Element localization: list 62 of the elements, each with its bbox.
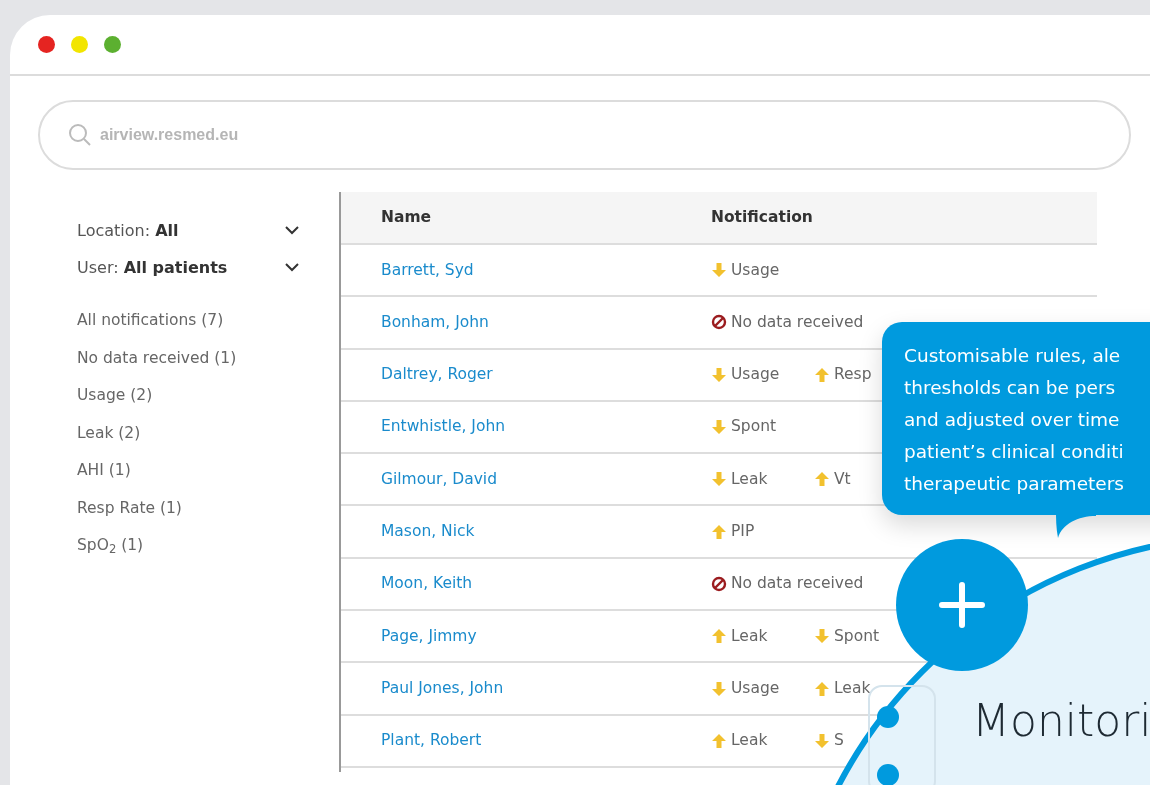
plus-icon <box>939 582 985 628</box>
notification-label: Leak <box>834 677 871 699</box>
notification-label: Leak <box>731 625 768 647</box>
filter-dropdown[interactable]: User: All patients <box>77 249 299 286</box>
patient-name-link[interactable]: Gilmour, David <box>381 469 497 488</box>
patient-name-link[interactable]: Paul Jones, John <box>381 678 504 697</box>
patient-name-link[interactable]: Bonham, John <box>381 312 489 331</box>
category-link[interactable]: Usage (2) <box>77 377 299 415</box>
notification-label: Usage <box>731 259 780 281</box>
patient-name-link[interactable]: Daltrey, Roger <box>381 365 493 384</box>
notification-label: No data received <box>731 573 864 595</box>
arrow-up-icon <box>711 732 727 749</box>
notification-label: Spont <box>731 416 777 438</box>
search-icon <box>68 123 92 147</box>
notification-label: Usage <box>731 677 780 699</box>
category-link[interactable]: All notifications (7) <box>77 302 299 340</box>
patient-name-link[interactable]: Page, Jimmy <box>381 626 477 645</box>
address-text: airview.resmed.eu <box>100 125 239 145</box>
category-link[interactable]: SpO$_{2}$ (1) <box>77 527 299 565</box>
column-header: Name <box>380 206 433 228</box>
category-link[interactable]: AHI (1) <box>77 452 299 490</box>
notification-label: Usage <box>731 364 780 386</box>
category-link[interactable]: Leak (2) <box>77 414 299 452</box>
arrow-up-icon <box>711 523 727 540</box>
chevron-down-icon <box>285 263 299 272</box>
arrow-down-icon <box>711 419 727 436</box>
notification-label: No data received <box>731 311 864 333</box>
column-header: Notification <box>711 206 813 228</box>
arrow-down-icon <box>711 366 727 383</box>
feature-title: Monitori <box>972 694 1150 748</box>
arrow-down-icon <box>711 262 727 279</box>
arrow-up-icon <box>814 680 830 697</box>
no-entry-icon <box>711 575 727 592</box>
notification-label: S <box>834 730 844 752</box>
arrow-down-icon <box>711 471 727 488</box>
patient-name-link[interactable]: Entwhistle, John <box>381 417 506 436</box>
patient-name-link[interactable]: Barrett, Syd <box>381 260 474 279</box>
arrow-down-icon <box>711 680 727 697</box>
category-link[interactable]: Resp Rate (1) <box>77 489 299 527</box>
filter-dropdown[interactable]: Location: All <box>77 212 299 249</box>
address-bar[interactable]: airview.resmed.eu <box>38 100 1131 170</box>
category-link[interactable]: No data received (1) <box>77 339 299 377</box>
window-control-dot[interactable] <box>71 36 88 53</box>
window-control-dot[interactable] <box>38 36 55 53</box>
arrow-down-icon <box>814 628 830 645</box>
patient-name-link[interactable]: Mason, Nick <box>381 522 475 540</box>
patient-name-link[interactable]: Moon, Keith <box>381 574 473 593</box>
patient-name-link[interactable]: Plant, Robert <box>381 731 482 750</box>
notification-label: Leak <box>731 730 768 752</box>
arrow-down-icon <box>814 732 830 749</box>
notification-label: Spont <box>834 625 880 647</box>
callout-text: Customisable rules, ale thresholds can be pers and adjusted over time patient’s clinical conditi therapeutic parameters <box>882 322 1150 515</box>
chevron-down-icon <box>285 226 299 235</box>
no-entry-icon <box>711 314 727 331</box>
notification-label: Leak <box>731 468 768 490</box>
arrow-up-icon <box>814 471 830 488</box>
window-control-dot[interactable] <box>104 36 121 53</box>
arrow-up-icon <box>814 366 830 383</box>
notification-label: PIP <box>731 521 755 542</box>
arrow-up-icon <box>711 628 727 645</box>
notification-label: Vt <box>834 468 851 490</box>
notification-label: Resp <box>834 364 872 386</box>
